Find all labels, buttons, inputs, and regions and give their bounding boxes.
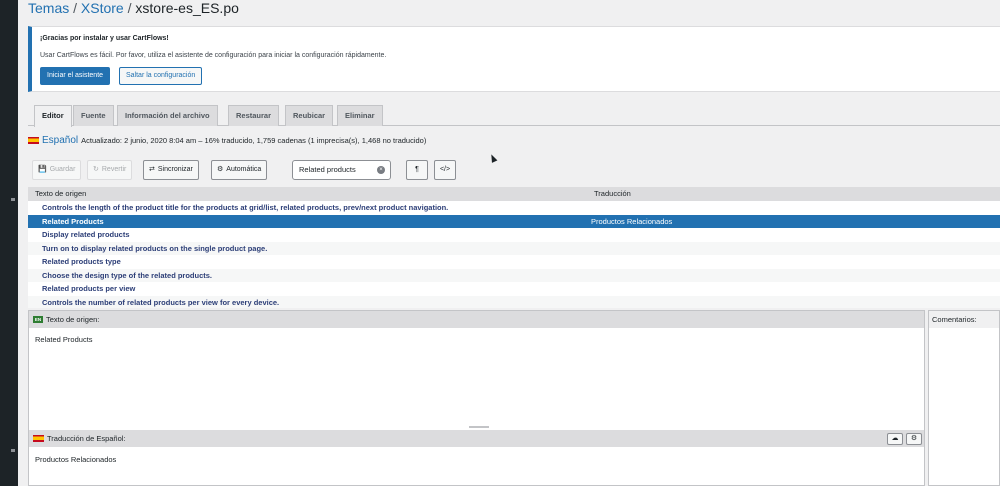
table-row[interactable]: Turn on to display related products on t… <box>28 241 1000 255</box>
locale-meta: Actualizado: 2 junio, 2020 8:04 am – 16%… <box>81 136 427 145</box>
translation-panel-label: Traducción de Español: <box>47 434 126 443</box>
revert-label: Revertir <box>101 166 127 173</box>
notice-title: ¡Gracias por instalar y usar CartFlows! <box>40 35 169 42</box>
english-flag-icon: EN <box>33 316 43 323</box>
source-cell: Controls the length of the product title… <box>42 203 449 212</box>
tab-editor[interactable]: Editor <box>34 105 72 127</box>
start-wizard-button[interactable]: Iniciar el asistente <box>40 67 111 85</box>
comments-panel: Comentarios: <box>928 310 1000 486</box>
clear-search-icon[interactable]: × <box>377 166 385 174</box>
locale-name[interactable]: Español <box>42 135 78 146</box>
auto-label: Automática <box>226 166 262 173</box>
main-content: Temas / XStore / xstore-es_ES.po ¡Gracia… <box>28 0 1000 486</box>
editor-toolbar: 💾 Guardar ↻ Revertir ⇄ Sincronizar ⚙ Automát… <box>28 160 1000 180</box>
source-cell: Turn on to display related products on t… <box>42 243 268 253</box>
tab-restaurar[interactable]: Restaurar <box>228 105 280 126</box>
sidebar-marker <box>11 198 15 201</box>
translation-textarea[interactable]: Productos Relacionados <box>35 455 116 464</box>
breadcrumb-separator: / <box>127 0 132 16</box>
translation-column-header[interactable]: Traducción <box>594 187 631 201</box>
tab-eliminar[interactable]: Eliminar <box>337 105 383 126</box>
table-body: Controls the length of the product title… <box>28 201 1000 308</box>
strings-table: Texto de origen Traducción Controls the … <box>28 187 1000 308</box>
save-button[interactable]: 💾 Guardar <box>32 160 82 180</box>
notice-text: Usar CartFlows es fácil. Por favor, util… <box>40 52 387 59</box>
table-row[interactable]: Choose the design type of the related pr… <box>28 268 1000 282</box>
save-label: Guardar <box>49 166 76 173</box>
skip-setup-button[interactable]: Saltar la configuración <box>119 67 203 85</box>
sidebar-marker <box>11 449 15 452</box>
panel-resize-handle[interactable] <box>469 426 489 428</box>
table-header: Texto de origen Traducción <box>28 187 1000 201</box>
source-cell: Related Products <box>42 216 104 226</box>
sync-icon: ⇄ <box>149 166 155 173</box>
cartflows-notice: ¡Gracias por instalar y usar CartFlows! … <box>28 26 1000 92</box>
cloud-suggest-icon[interactable]: ☁ <box>887 433 903 445</box>
tab-reubicar[interactable]: Reubicar <box>285 105 334 126</box>
translation-cell: Productos Relacionados <box>591 216 673 226</box>
source-text: Related Products <box>35 335 93 344</box>
source-cell: Choose the design type of the related pr… <box>42 270 213 280</box>
spain-flag-icon <box>28 137 39 144</box>
source-panel-label: Texto de origen: <box>46 315 100 324</box>
tab-fuente[interactable]: Fuente <box>73 105 114 126</box>
breadcrumb-separator: / <box>73 0 78 16</box>
table-row[interactable]: Controls the number of related products … <box>28 295 1000 308</box>
translation-panel-header: Traducción de Español: ☁ ⚙ <box>29 430 924 447</box>
search-value: Related products <box>299 165 356 174</box>
spain-flag-icon <box>33 435 44 442</box>
invisibles-toggle-button[interactable]: ¶ <box>406 160 428 180</box>
breadcrumb-link-temas[interactable]: Temas <box>28 0 69 16</box>
save-icon: 💾 <box>38 166 47 173</box>
breadcrumb: Temas / XStore / xstore-es_ES.po <box>28 0 239 16</box>
robot-icon: ⚙ <box>217 166 224 173</box>
code-view-button[interactable]: </> <box>434 160 456 180</box>
admin-sidebar <box>0 0 18 486</box>
sync-button[interactable]: ⇄ Sincronizar <box>143 160 199 180</box>
tab-informacion[interactable]: Información del archivo <box>117 105 218 126</box>
string-editor: EN Texto de origen: Related Products Tra… <box>28 310 925 486</box>
auto-translate-button[interactable]: ⚙ Automática <box>211 160 268 180</box>
source-column-header[interactable]: Texto de origen <box>35 187 86 201</box>
robot-translate-icon[interactable]: ⚙ <box>906 433 922 445</box>
source-cell: Display related products <box>42 230 130 239</box>
table-row[interactable]: Related products per view <box>28 282 1000 296</box>
comments-label: Comentarios: <box>929 311 999 328</box>
revert-icon: ↻ <box>93 166 99 173</box>
sync-label: Sincronizar <box>157 166 193 173</box>
locale-info: Español Actualizado: 2 junio, 2020 8:04 a… <box>28 135 426 146</box>
table-row-selected[interactable]: Related Products Productos Relacionados <box>28 214 1000 228</box>
editor-tabs: Editor Fuente Información del archivo Re… <box>28 102 1000 127</box>
source-cell: Related products type <box>42 257 121 266</box>
table-row[interactable]: Related products type <box>28 255 1000 269</box>
table-row[interactable]: Display related products <box>28 228 1000 242</box>
breadcrumb-link-xstore[interactable]: XStore <box>81 0 124 16</box>
source-panel-header: EN Texto de origen: <box>29 311 924 328</box>
revert-button[interactable]: ↻ Revertir <box>87 160 133 180</box>
source-cell: Related products per view <box>42 284 136 293</box>
page-title: xstore-es_ES.po <box>135 0 239 16</box>
table-row[interactable]: Controls the length of the product title… <box>28 201 1000 215</box>
source-cell: Controls the number of related products … <box>42 297 280 307</box>
search-input[interactable]: Related products × <box>292 160 391 180</box>
